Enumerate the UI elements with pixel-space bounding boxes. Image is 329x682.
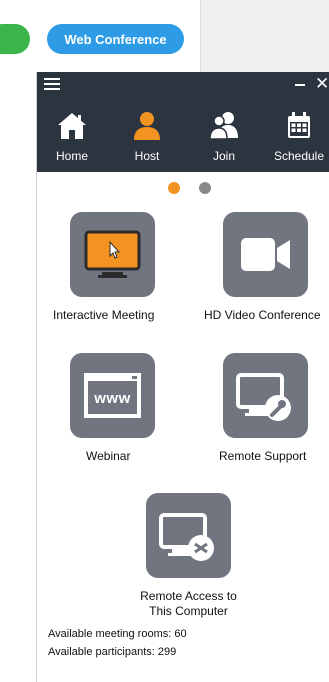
title-bar: ✕ [37,72,329,98]
available-rooms-text: Available meeting rooms: 60 [48,628,187,640]
nav-host[interactable]: Host [117,98,177,172]
nav-bar: Home Host Join Schedule [37,98,329,172]
close-icon[interactable]: ✕ [315,74,329,94]
remote-access-label-line1: Remote Access to [140,589,237,603]
nav-schedule-label: Schedule [273,149,325,163]
remote-access-label: Remote Access to This Computer [133,589,244,619]
app-panel: ✕ Home Host Join Schedule Interactive Me… [36,72,329,682]
menu-icon[interactable] [44,78,60,92]
host-icon [134,112,160,140]
join-icon [209,112,238,140]
nav-home-label: Home [55,149,88,163]
available-participants-text: Available participants: 299 [48,646,177,658]
remote-access-icon [159,513,214,561]
webinar-tile[interactable]: www [70,353,155,438]
remote-support-label: Remote Support [219,449,307,463]
green-pill-button[interactable] [0,24,30,54]
nav-home[interactable]: Home [42,98,102,172]
interactive-meeting-tile[interactable] [70,212,155,297]
calendar-icon [288,112,310,138]
nav-host-label: Host [134,149,160,163]
web-conference-button[interactable]: Web Conference [47,24,184,54]
presentation-screen-icon [84,230,141,278]
remote-access-tile[interactable] [146,493,231,578]
remote-support-icon [236,373,291,421]
background-right [201,0,329,72]
page-dot-active[interactable] [168,182,180,194]
remote-access-label-line2: This Computer [149,604,228,618]
home-icon [58,113,86,139]
webinar-www-text: www [94,390,131,407]
video-camera-icon [241,238,290,271]
nav-join[interactable]: Join [194,98,254,172]
webinar-label: Webinar [86,449,131,463]
remote-support-tile[interactable] [223,353,308,438]
nav-join-label: Join [212,149,235,163]
nav-schedule[interactable]: Schedule [269,98,329,172]
hd-video-conference-label: HD Video Conference [204,308,321,322]
interactive-meeting-label: Interactive Meeting [53,308,155,322]
page-dot-inactive[interactable] [199,182,211,194]
hd-video-conference-tile[interactable] [223,212,308,297]
minimize-icon[interactable] [295,84,305,86]
